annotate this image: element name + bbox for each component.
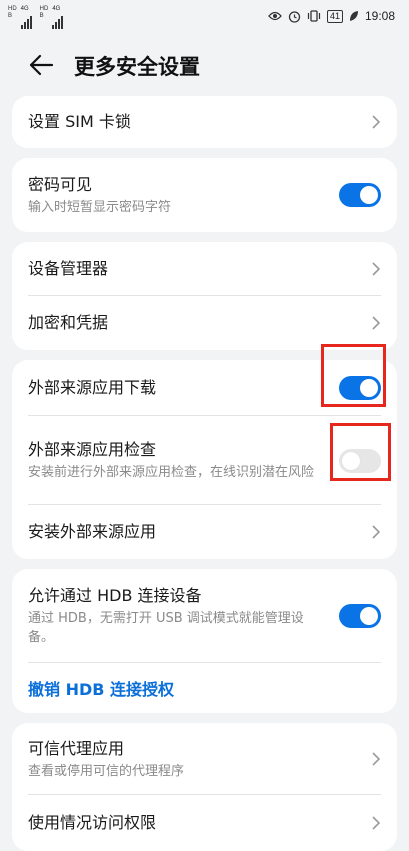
status-right: 41 19:08 <box>268 9 395 23</box>
page-title: 更多安全设置 <box>74 55 200 79</box>
device-admin-row[interactable]: 设备管理器 <box>12 242 397 296</box>
chevron-right-icon <box>372 816 381 830</box>
trust-agent-row[interactable]: 可信代理应用 查看或停用可信的代理程序 <box>12 723 397 795</box>
hdb-allow-desc: 通过 HDB，无需打开 USB 调试模式就能管理设备。 <box>28 611 304 645</box>
leaf-icon <box>349 11 358 21</box>
hdb-allow-toggle[interactable] <box>339 604 381 628</box>
net2-label: 4G <box>52 6 61 12</box>
password-visible-row[interactable]: 密码可见 输入时短暂显示密码字符 <box>12 158 397 232</box>
status-bar: HD B 4G HD B 4G 41 19:08 <box>0 0 409 34</box>
back-arrow-icon[interactable] <box>28 52 54 78</box>
vibrate-icon <box>307 10 321 22</box>
sim1-hd: HD <box>8 6 17 12</box>
trust-agent-label: 可信代理应用 <box>28 738 125 758</box>
highlight-box-check-toggle <box>330 423 391 481</box>
external-check-label: 外部来源应用检查 <box>28 440 157 459</box>
hdb-allow-label: 允许通过 HDB 连接设备 <box>28 586 202 605</box>
sim2-b: B <box>39 13 44 19</box>
hdb-revoke-row[interactable]: 撤销 HDB 连接授权 <box>12 663 397 713</box>
device-admin-label: 设备管理器 <box>28 259 109 278</box>
external-check-desc: 安装前进行外部来源应用检查，在线识别潜在风险 <box>28 465 315 480</box>
hdb-revoke-link[interactable]: 撤销 HDB 连接授权 <box>28 676 381 700</box>
battery-icon: 41 <box>326 9 343 23</box>
card-trust: 可信代理应用 查看或停用可信的代理程序 使用情况访问权限 <box>12 723 397 851</box>
chevron-right-icon <box>372 525 381 539</box>
title-bar: 更多安全设置 <box>0 34 409 96</box>
card-hdb: 允许通过 HDB 连接设备 通过 HDB，无需打开 USB 调试模式就能管理设备… <box>12 569 397 713</box>
trust-agent-desc: 查看或停用可信的代理程序 <box>28 763 185 779</box>
password-visible-desc: 输入时短暂显示密码字符 <box>28 199 172 215</box>
chevron-right-icon <box>372 262 381 276</box>
signal-icon <box>52 15 64 29</box>
card-sim-lock: 设置 SIM 卡锁 <box>12 96 397 148</box>
signal-indicators: HD B 4G HD B 4G <box>8 6 64 29</box>
sim1-badge: HD B <box>8 6 17 29</box>
usage-access-row[interactable]: 使用情况访问权限 <box>12 795 397 851</box>
install-external-label: 安装外部来源应用 <box>28 522 157 541</box>
hdb-allow-row[interactable]: 允许通过 HDB 连接设备 通过 HDB，无需打开 USB 调试模式就能管理设备… <box>12 569 397 663</box>
eye-icon <box>268 11 282 21</box>
chevron-right-icon <box>372 752 381 766</box>
sim2-badge: HD B <box>40 6 49 29</box>
external-download-label: 外部来源应用下载 <box>28 378 157 397</box>
sim-lock-label: 设置 SIM 卡锁 <box>28 112 131 131</box>
sim-lock-row[interactable]: 设置 SIM 卡锁 <box>12 96 397 148</box>
sim1-b: B <box>8 13 13 19</box>
chevron-right-icon <box>372 115 381 129</box>
card-password-visible: 密码可见 输入时短暂显示密码字符 <box>12 158 397 232</box>
install-external-row[interactable]: 安装外部来源应用 <box>12 505 397 559</box>
password-visible-label: 密码可见 <box>28 174 93 194</box>
encryption-row[interactable]: 加密和凭据 <box>12 296 397 350</box>
sim2-hd: HD <box>39 6 49 12</box>
clock: 19:08 <box>364 9 395 23</box>
chevron-right-icon <box>372 316 381 330</box>
encryption-label: 加密和凭据 <box>28 313 109 332</box>
password-visible-toggle[interactable] <box>339 183 381 207</box>
card-device: 设备管理器 加密和凭据 <box>12 242 397 350</box>
net1-label: 4G <box>20 6 29 12</box>
usage-access-label: 使用情况访问权限 <box>28 813 157 832</box>
signal-icon <box>20 15 32 29</box>
highlight-box-download-toggle <box>321 344 386 407</box>
alarm-icon <box>288 10 301 23</box>
